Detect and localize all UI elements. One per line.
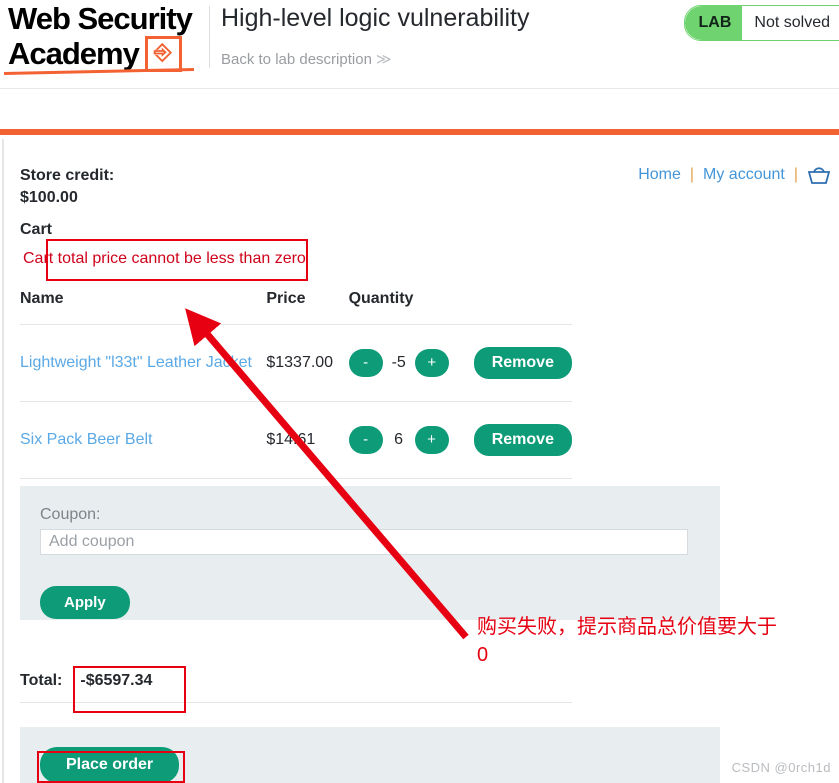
coupon-input[interactable] (40, 529, 688, 555)
nav-link-home[interactable]: Home (638, 166, 681, 184)
logo-line-1: Web Security (8, 1, 193, 36)
store-credit-label: Store credit: (20, 167, 115, 184)
quantity-stepper: - 6 + (348, 426, 474, 454)
quantity-stepper: - -5 + (348, 349, 474, 377)
header-quantity: Quantity (348, 290, 474, 325)
coupon-label: Coupon: (40, 506, 101, 523)
store-credit: Store credit: $100.00 (20, 165, 114, 209)
increment-quantity-button[interactable]: + (414, 426, 449, 454)
decrement-quantity-button[interactable]: - (348, 349, 383, 377)
cart-table-header-row: Name Price Quantity (20, 290, 572, 325)
total-value: -$6597.34 (80, 672, 153, 689)
lab-status-badge[interactable]: LAB Not solved (683, 5, 839, 41)
chevron-right-icon: ≫ (375, 51, 392, 68)
watermark: CSDN @0rch1d (731, 760, 831, 775)
cart-table: Name Price Quantity Lightweight "l33t" L… (20, 290, 572, 479)
lab-header: Web Security Academy ⎆ High-level logic … (0, 0, 839, 89)
remove-item-button[interactable]: Remove (473, 424, 572, 456)
product-link[interactable]: Six Pack Beer Belt (20, 431, 153, 448)
cell-item-name: Lightweight "l33t" Leather Jacket (20, 324, 267, 402)
logo-line-2-row: Academy ⎆ (8, 36, 206, 72)
cell-item-remove: Remove (473, 401, 572, 479)
lightning-bolt-icon: ⎆ (144, 36, 182, 72)
orange-divider-rule (0, 129, 839, 135)
shop-inner: Home | My account | Store credit: $100.0… (2, 139, 839, 783)
quantity-value: 6 (394, 431, 404, 448)
place-order-button[interactable]: Place order (40, 747, 180, 783)
cart-table-head: Name Price Quantity (20, 290, 572, 325)
table-row: Six Pack Beer Belt $14.61 - 6 + Remove (20, 401, 572, 479)
lab-status-text: Not solved (754, 14, 830, 31)
basket-icon[interactable] (807, 165, 831, 185)
cart-error-message: Cart total price cannot be less than zer… (23, 250, 306, 267)
cell-item-quantity: - 6 + (348, 401, 474, 479)
web-security-academy-logo[interactable]: Web Security Academy ⎆ (8, 2, 206, 72)
quantity-value: -5 (391, 354, 406, 371)
cell-item-price: $14.61 (266, 401, 349, 479)
lightning-bolt-glyph: ⎆ (153, 39, 172, 64)
back-link-label: Back to lab description (221, 51, 372, 68)
store-credit-value: $100.00 (20, 189, 78, 206)
place-order-panel: Place order (20, 727, 720, 783)
header-name: Name (20, 290, 267, 325)
back-to-lab-description-link[interactable]: Back to lab description ≫ (221, 50, 392, 68)
cart-total-row: Total: -$6597.34 (20, 672, 572, 703)
shop-navigation: Home | My account | (638, 165, 831, 185)
nav-separator-2: | (793, 166, 798, 183)
apply-coupon-button[interactable]: Apply (40, 586, 130, 619)
table-row: Lightweight "l33t" Leather Jacket $1337.… (20, 324, 572, 402)
lab-title: High-level logic vulnerability (221, 4, 530, 32)
header-divider (209, 6, 210, 68)
cell-item-quantity: - -5 + (348, 324, 474, 402)
remove-item-button[interactable]: Remove (473, 347, 572, 379)
shop-body: Home | My account | Store credit: $100.0… (0, 139, 839, 783)
cell-item-name: Six Pack Beer Belt (20, 401, 267, 479)
nav-link-my-account[interactable]: My account (703, 166, 785, 184)
cart-heading: Cart (20, 221, 53, 238)
total-label: Total: (20, 672, 63, 689)
logo-line-2: Academy (8, 36, 140, 71)
increment-quantity-button[interactable]: + (414, 349, 449, 377)
cart-table-body: Lightweight "l33t" Leather Jacket $1337.… (20, 324, 572, 479)
lab-status-tag: LAB (684, 6, 743, 40)
cell-item-remove: Remove (473, 324, 572, 402)
decrement-quantity-button[interactable]: - (348, 426, 383, 454)
header-actions (473, 290, 572, 325)
cell-item-price: $1337.00 (266, 324, 349, 402)
coupon-panel: Coupon: Apply (20, 486, 720, 620)
product-link[interactable]: Lightweight "l33t" Leather Jacket (20, 354, 252, 371)
nav-separator-1: | (689, 166, 695, 183)
header-price: Price (266, 290, 349, 325)
